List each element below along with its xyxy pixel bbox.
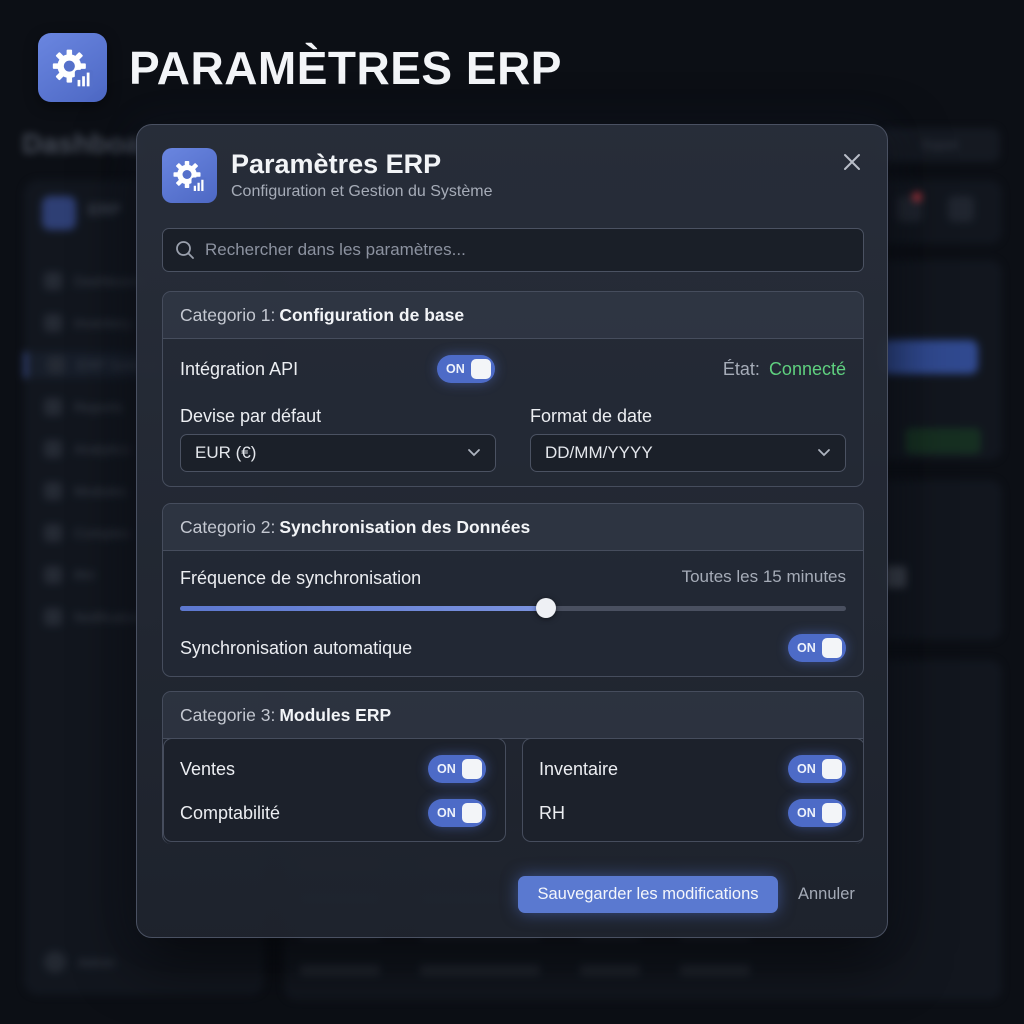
background-export-button: Export [880,128,1000,162]
background-logo-text: ERP [88,202,121,219]
sync-frequency-value: Toutes les 15 minutes [681,567,846,586]
module-rh-toggle[interactable]: ON [788,799,846,827]
toggle-knob [822,638,842,658]
section-data-sync: Categorio 2: Synchronisation des Données… [162,503,864,677]
save-button[interactable]: Sauvegarder les modifications [518,876,778,913]
toggle-knob [462,803,482,823]
toggle-knob [822,759,842,779]
section-base-config: Categorio 1: Configuration de base Intég… [162,291,864,487]
background-status-pill [905,428,981,454]
module-comptabilite-label: Comptabilité [180,803,281,823]
background-gear-icon [948,196,974,222]
section-name: Synchronisation des Données [279,516,531,537]
module-inventaire-label: Inventaire [539,759,619,779]
toggle-knob [822,803,842,823]
chevron-down-icon [468,449,480,457]
modal-title: Paramètres ERP [231,149,442,179]
module-rh-label: RH [539,803,565,823]
background-button [880,340,978,374]
toggle-knob [462,759,482,779]
module-ventes-label: Ventes [180,759,236,779]
section-name: Configuration de base [279,304,465,325]
toggle-state: ON [797,641,816,655]
background-dashboard-title: Dashboa [22,128,141,159]
module-inventaire-toggle[interactable]: ON [788,755,846,783]
connection-status: État: Connecté [723,359,846,380]
section-header: Categorio 2: Synchronisation des Données [163,504,863,551]
background-sidebar-item: Comptes [44,520,130,546]
section-prefix: Categorio 2: [180,516,276,537]
background-sidebar-item: Modules [44,478,127,504]
date-format-select[interactable]: DD/MM/YYYY [530,434,846,472]
toggle-state: ON [797,806,816,820]
cancel-button[interactable]: Annuler [798,885,855,904]
section-prefix: Categorie 3: [180,704,276,725]
background-sidebar-item: RH [44,562,94,588]
currency-select[interactable]: EUR (€) [180,434,496,472]
modules-card-left: Ventes ON Comptabilité ON [163,738,506,842]
date-format-label: Format de date [530,406,653,426]
close-icon [844,154,860,170]
module-ventes-toggle[interactable]: ON [428,755,486,783]
status-label: État: [722,359,760,379]
background-user: Admin [44,951,115,973]
slider-fill [180,606,546,611]
background-notification-dot [912,192,922,202]
settings-search[interactable] [162,228,864,272]
currency-value: EUR (€) [195,443,257,462]
section-header: Categorio 1: Configuration de base [163,292,863,339]
background-sidebar-item: Analytics [44,436,130,462]
background-sidebar-item: Dashboard [44,268,143,294]
sync-frequency-slider[interactable] [180,606,846,611]
auto-sync-toggle[interactable]: ON [788,634,846,662]
toggle-state: ON [797,762,816,776]
search-input[interactable] [205,240,845,260]
api-integration-toggle[interactable]: ON [437,355,495,383]
background-sidebar-item: Reports [44,394,123,420]
slider-thumb[interactable] [536,598,556,618]
toggle-state: ON [446,362,465,376]
sync-frequency-label: Fréquence de synchronisation [180,568,422,588]
api-integration-label: Intégration API [180,359,299,379]
erp-settings-icon [38,33,107,102]
section-erp-modules: Categorie 3: Modules ERP Ventes ON Compt… [162,691,864,844]
settings-modal: Paramètres ERP Configuration et Gestion … [136,124,888,938]
section-prefix: Categorio 1: [180,304,276,325]
currency-label: Devise par défaut [180,406,322,426]
modal-subtitle: Configuration et Gestion du Système [231,183,493,200]
modules-card-right: Inventaire ON RH ON [522,738,863,842]
auto-sync-label: Synchronisation automatique [180,638,413,658]
background-table-row [300,960,980,980]
search-icon [176,241,194,259]
module-comptabilite-toggle[interactable]: ON [428,799,486,827]
chevron-down-icon [818,449,830,457]
page-header: PARAMÈTRES ERP [38,33,562,102]
background-logo [42,196,76,230]
section-header: Categorie 3: Modules ERP [163,692,863,739]
section-name: Modules ERP [279,704,392,725]
status-value: Connecté [768,359,846,379]
page-title: PARAMÈTRES ERP [129,41,562,94]
close-button[interactable] [841,151,863,173]
toggle-state: ON [437,806,456,820]
modal-settings-icon [162,148,217,203]
toggle-state: ON [437,762,456,776]
date-format-value: DD/MM/YYYY [545,443,653,462]
toggle-knob [471,359,491,379]
background-sidebar-item: Notifications [44,604,150,630]
background-sidebar-item: Inventory [44,310,132,336]
